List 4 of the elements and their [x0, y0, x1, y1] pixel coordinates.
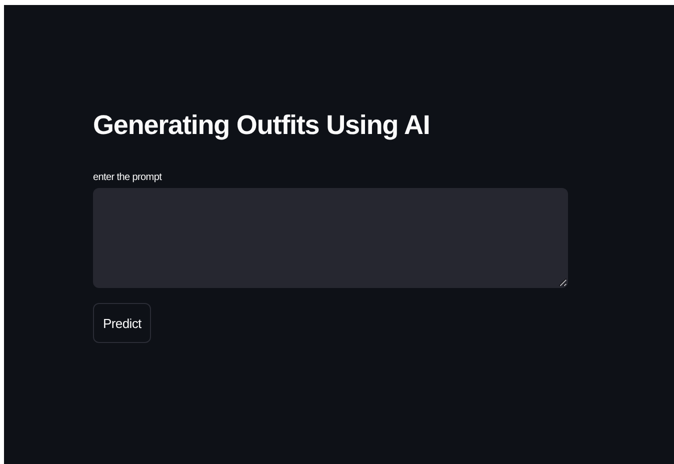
prompt-field[interactable]: [93, 188, 568, 288]
field-label: enter the prompt: [93, 172, 162, 183]
page-title: Generating Outfits Using AI: [93, 109, 431, 142]
predict-button[interactable]: Predict: [93, 303, 152, 343]
